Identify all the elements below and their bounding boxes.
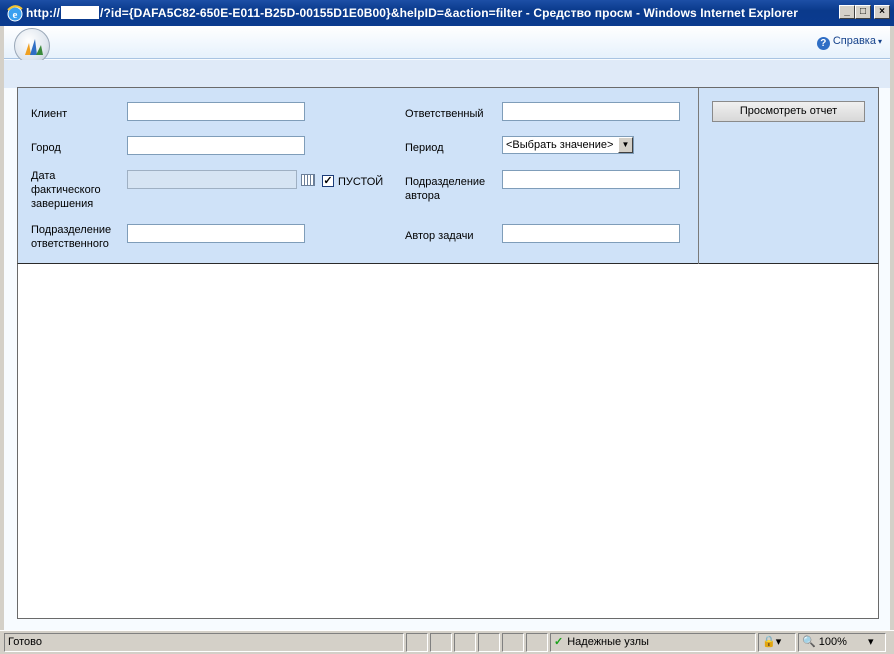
maximize-button[interactable]: □ <box>855 5 871 19</box>
city-input[interactable] <box>127 136 305 155</box>
period-label: Период <box>405 142 444 154</box>
responsible-dept-label-line-2: ответственного <box>31 238 109 250</box>
protected-mode-caret: ▾ <box>775 636 782 648</box>
panel-divider <box>698 88 699 264</box>
empty-checkbox-label: ПУСТОЙ <box>338 176 384 188</box>
period-select-value: <Выбрать значение> <box>506 139 614 151</box>
app-frame: ? Справка ▾ Клиент Город Дата фактического… <box>4 26 890 630</box>
period-select[interactable]: <Выбрать значение> ▼ <box>502 136 634 154</box>
responsible-input[interactable] <box>502 102 680 121</box>
app-header: ? Справка ▾ <box>4 26 890 64</box>
minimize-button[interactable]: _ <box>839 5 855 19</box>
empty-checkbox[interactable]: ✓ <box>322 175 334 187</box>
author-dept-input[interactable] <box>502 170 680 189</box>
crm-logo-icon[interactable] <box>14 28 50 64</box>
protected-mode-button[interactable]: 🔒▾ <box>758 633 796 652</box>
filter-panel: Клиент Город Дата фактического завершени… <box>17 87 879 264</box>
client-input[interactable] <box>127 102 305 121</box>
status-pane-2 <box>430 633 452 652</box>
status-pane-3 <box>454 633 476 652</box>
help-label: Справка <box>832 35 876 47</box>
status-pane-5 <box>502 633 524 652</box>
report-content-area <box>17 264 879 619</box>
view-report-button[interactable]: Просмотреть отчет <box>712 101 865 122</box>
redacted-host <box>61 6 100 19</box>
status-text: Готово <box>4 633 404 652</box>
status-pane-1 <box>406 633 428 652</box>
zoom-control[interactable]: 🔍 100% ▾ <box>798 633 886 652</box>
actual-completion-date-label: Дата фактического завершения <box>31 169 101 211</box>
internet-explorer-icon: e <box>7 5 23 22</box>
client-label: Клиент <box>31 108 68 120</box>
date-label-line-2: фактического <box>31 184 101 196</box>
svg-text:e: e <box>13 9 18 21</box>
help-menu[interactable]: ? Справка ▾ <box>816 35 882 50</box>
task-author-input[interactable] <box>502 224 680 243</box>
chevron-down-icon: ▾ <box>877 37 882 46</box>
calendar-icon[interactable] <box>301 174 315 186</box>
trusted-zone-check-icon: ✓ <box>554 636 564 648</box>
lock-icon: 🔒 <box>762 636 776 648</box>
city-label: Город <box>31 142 61 154</box>
responsible-label: Ответственный <box>405 108 484 120</box>
status-pane-4 <box>478 633 500 652</box>
zoom-icon: 🔍 <box>802 636 816 648</box>
responsible-dept-label-line-1: Подразделение <box>31 224 112 236</box>
responsible-dept-label: Подразделение ответственного <box>31 223 111 251</box>
actual-completion-date-input <box>127 170 297 189</box>
help-icon: ? <box>816 37 830 50</box>
responsible-dept-input[interactable] <box>127 224 305 243</box>
zoom-level: 100% <box>818 636 847 648</box>
author-dept-label-line-2: автора <box>405 190 440 202</box>
date-label-line-3: завершения <box>31 198 94 210</box>
toolbar-strip <box>4 60 890 88</box>
status-pane-6 <box>526 633 548 652</box>
window-title-prefix: http:// <box>26 6 61 20</box>
zone-label: Надежные узлы <box>567 636 649 648</box>
zoom-caret: ▾ <box>867 636 874 648</box>
task-author-label: Автор задачи <box>405 230 474 242</box>
date-label-line-1: Дата <box>31 170 56 182</box>
window-title: http:// /?id={DAFA5C82-650E-E011-B25D-001… <box>26 6 798 20</box>
author-dept-label: Подразделение автора <box>405 175 485 203</box>
status-bar: Готово ✓ Надежные узлы 🔒▾ 🔍 100% ▾ <box>0 630 894 654</box>
dropdown-arrow-icon[interactable]: ▼ <box>618 137 633 153</box>
window-titlebar[interactable]: e http:// /?id={DAFA5C82-650E-E011-B25D-0… <box>0 0 894 26</box>
window-title-suffix: /?id={DAFA5C82-650E-E011-B25D-00155D1E0B… <box>100 6 798 20</box>
close-button[interactable]: × <box>874 5 890 19</box>
security-zone[interactable]: ✓ Надежные узлы <box>550 633 756 652</box>
author-dept-label-line-1: Подразделение <box>405 176 486 188</box>
